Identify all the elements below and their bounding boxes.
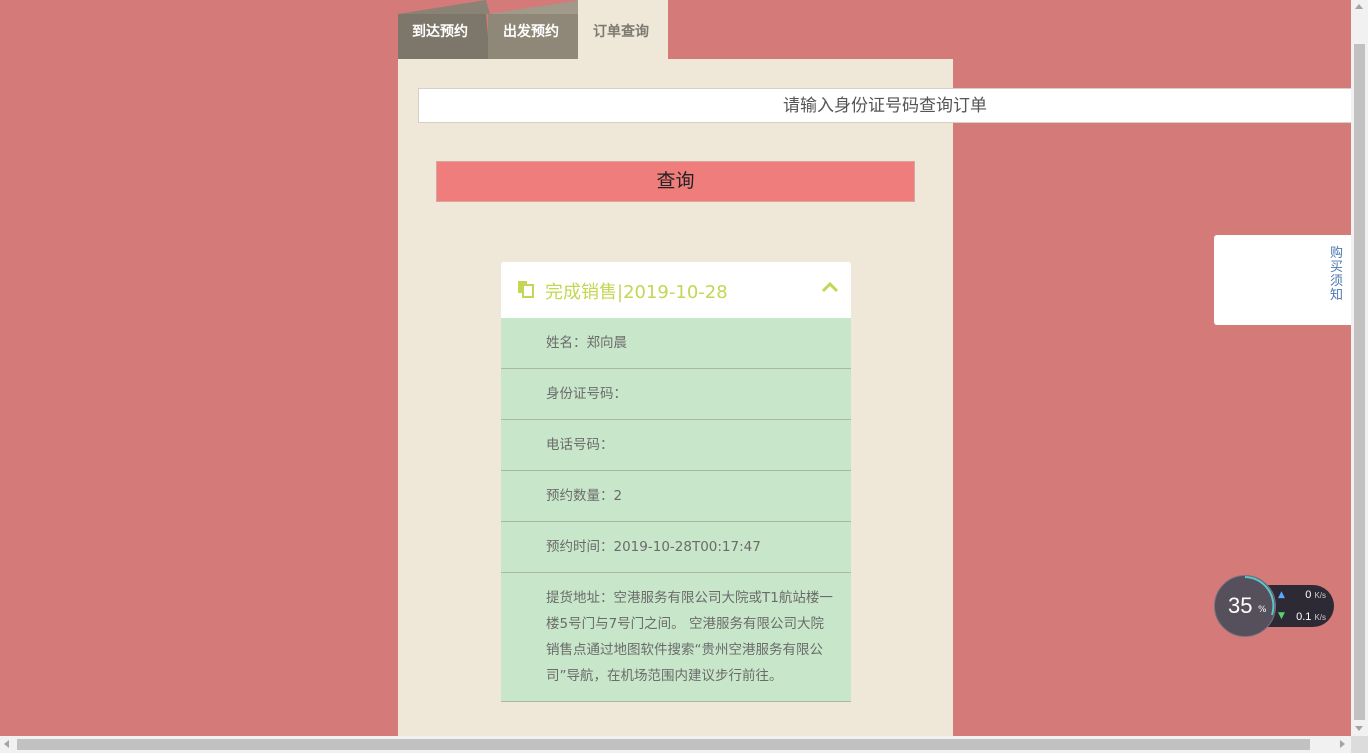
arrow-up-icon: ▲: [1278, 590, 1285, 600]
order-row-quantity: 预约数量：2: [501, 471, 851, 522]
order-row-time: 预约时间：2019-10-28T00:17:47: [501, 522, 851, 573]
chevron-up-icon[interactable]: [821, 280, 839, 294]
order-status-title: 完成销售|2019-10-28: [545, 282, 728, 303]
arrow-down-icon: ▼: [1278, 611, 1285, 621]
tab-order-query[interactable]: 订单查询: [578, 0, 668, 59]
horizontal-scrollbar[interactable]: [0, 736, 1351, 753]
network-speed-widget[interactable]: 35 % ▲ ▼ 0 K/s 0.1 K/s: [1214, 575, 1334, 637]
document-copy-icon: [518, 281, 534, 298]
scroll-up-icon[interactable]: [1355, 4, 1363, 9]
scrollbar-corner: [1351, 736, 1368, 753]
memory-usage-circle: 35 %: [1214, 575, 1276, 637]
order-row-pickup-address: 提货地址：空港服务有限公司大院或T1航站楼一楼5号门与7号门之间。 空港服务有限…: [501, 573, 851, 702]
tab-decoration: [488, 0, 588, 14]
purchase-notice-label: 购买须知: [1330, 246, 1344, 303]
scroll-down-icon[interactable]: [1355, 726, 1363, 731]
vertical-scroll-thumb[interactable]: [1354, 44, 1365, 720]
download-speed: 0.1 K/s: [1296, 611, 1326, 623]
order-row-name: 姓名：郑向晨: [501, 318, 851, 369]
usage-percent-sign: %: [1258, 605, 1267, 615]
order-header[interactable]: 完成销售|2019-10-28: [501, 262, 851, 318]
tab-bar: 到达预约 出发预约 订单查询: [398, 0, 668, 59]
tab-departure-booking[interactable]: 出发预约: [488, 14, 586, 59]
scroll-right-icon[interactable]: [1340, 740, 1345, 748]
order-row-id-number: 身份证号码：: [501, 369, 851, 420]
usage-percent: 35: [1228, 593, 1253, 618]
tab-arrival-booking[interactable]: 到达预约: [398, 14, 490, 59]
tab-decoration: [398, 0, 490, 14]
horizontal-scroll-thumb[interactable]: [17, 739, 1310, 750]
upload-speed: 0 K/s: [1305, 589, 1326, 601]
id-number-input[interactable]: [418, 88, 1352, 123]
order-card: 完成销售|2019-10-28 姓名：郑向晨 身份证号码： 电话号码： 预约数量…: [501, 262, 851, 702]
vertical-scrollbar[interactable]: [1351, 0, 1368, 736]
scroll-left-icon[interactable]: [4, 740, 9, 748]
order-row-phone: 电话号码：: [501, 420, 851, 471]
query-button[interactable]: 查询: [436, 161, 915, 202]
purchase-notice-tab[interactable]: 购买须知: [1214, 235, 1354, 325]
